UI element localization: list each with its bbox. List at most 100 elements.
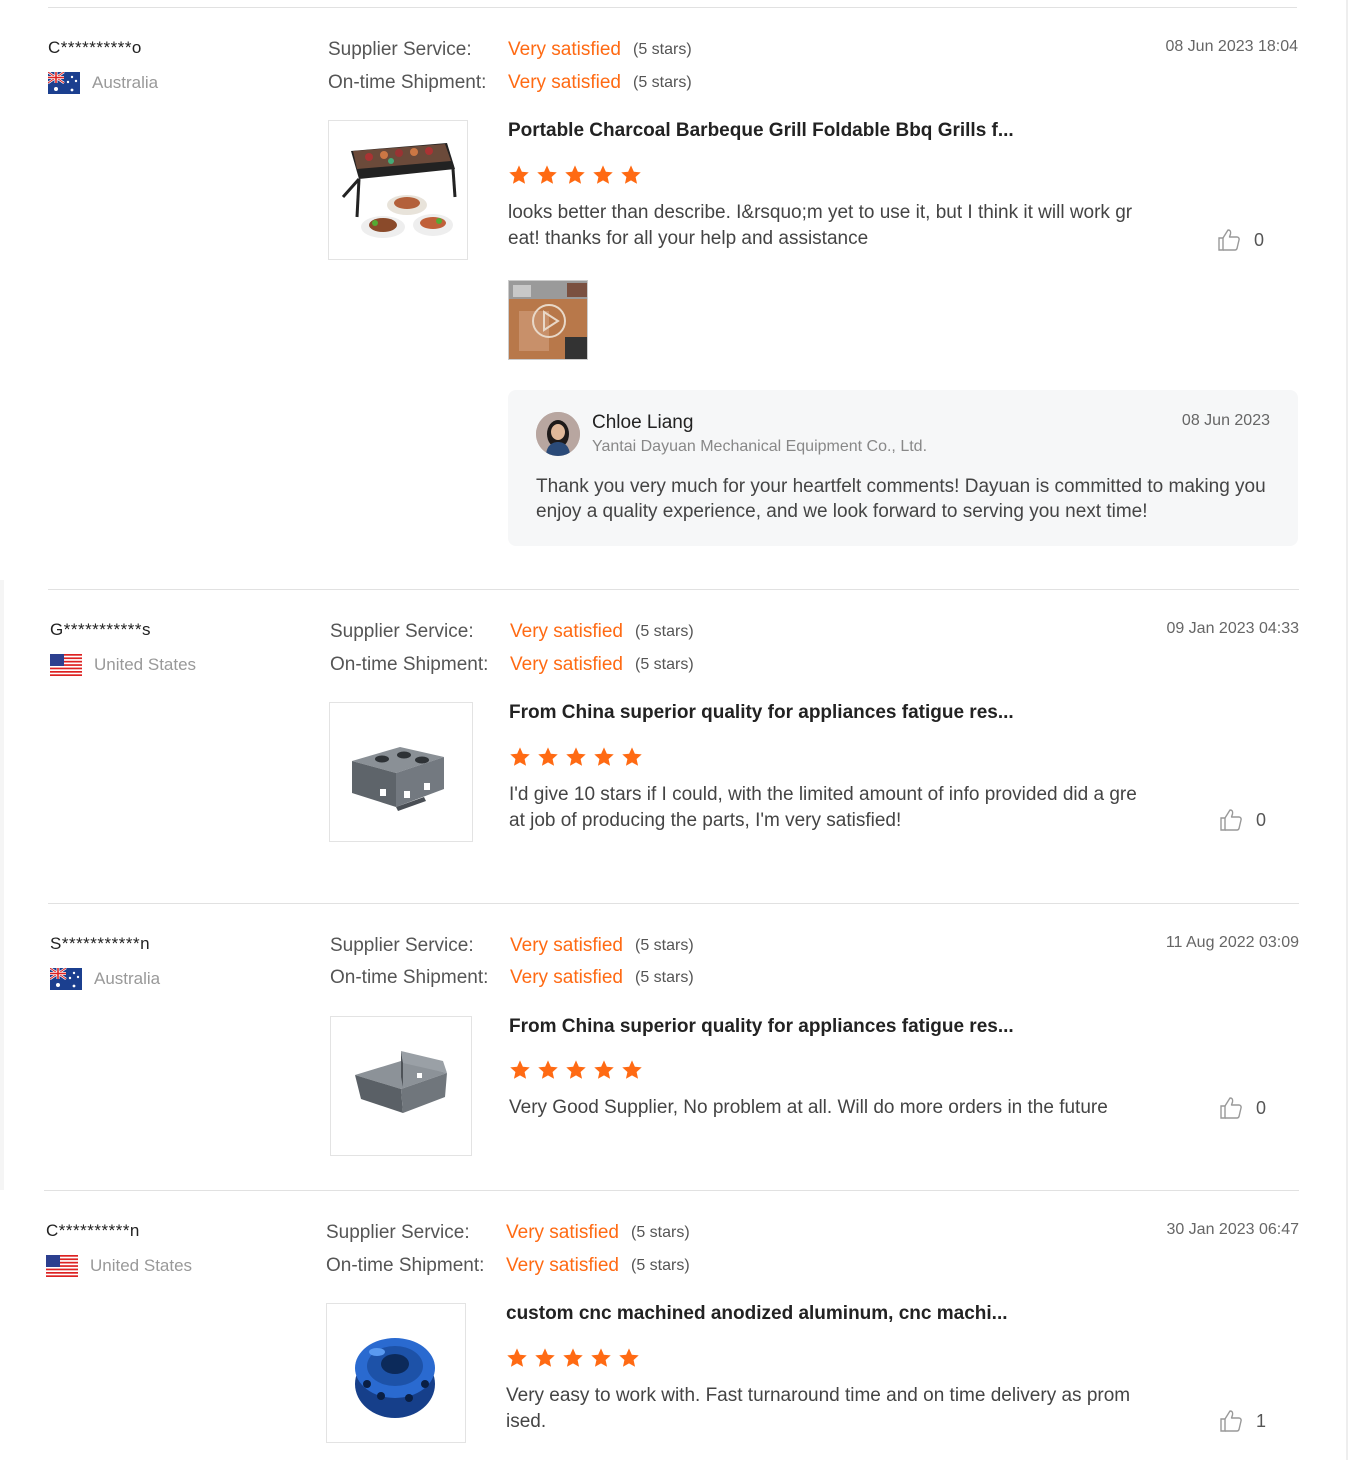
like-count: 0 xyxy=(1256,1097,1267,1118)
product-title[interactable]: custom cnc machined anodized aluminum, c… xyxy=(506,1303,1008,1325)
supplier-service-value: Very satisfied xyxy=(508,39,621,60)
star-icon xyxy=(622,747,642,766)
star-icon xyxy=(510,747,530,766)
star-icon xyxy=(535,1348,555,1367)
product-rating-stars xyxy=(508,164,648,190)
cnc-anodized-part-image xyxy=(327,1304,465,1442)
star-icon xyxy=(538,1060,558,1079)
review-item: S***********n Australia Supplier Service… xyxy=(50,934,1300,1164)
supplier-service-rating: Supplier Service: Very satisfied (5 star… xyxy=(328,38,692,62)
review-text: looks better than describe. I&rsquo;m ye… xyxy=(508,202,1133,249)
ontime-shipment-label: On-time Shipment: xyxy=(330,967,489,988)
reply-date: 08 Jun 2023 xyxy=(1181,412,1270,429)
us-flag-icon xyxy=(50,654,82,676)
supplier-service-label: Supplier Service: xyxy=(330,621,474,642)
ontime-shipment-stars: (5 stars) xyxy=(633,74,692,91)
review-divider xyxy=(44,1190,1299,1191)
review-text: I'd give 10 stars if I could, with the l… xyxy=(509,784,1137,831)
star-icon xyxy=(594,747,614,766)
product-rating-stars xyxy=(509,1059,649,1085)
reviewer-country: United States xyxy=(50,654,196,676)
supplier-service-label: Supplier Service: xyxy=(326,1222,470,1243)
star-icon xyxy=(622,1060,642,1079)
ontime-shipment-rating: On-time Shipment: Very satisfied (5 star… xyxy=(330,653,694,677)
review-divider xyxy=(48,903,1299,904)
review-text: Very easy to work with. Fast turnaround … xyxy=(506,1385,1131,1432)
like-button[interactable]: 0 xyxy=(1218,807,1266,833)
product-rating-stars xyxy=(506,1347,646,1373)
us-flag-icon xyxy=(46,1255,78,1277)
reply-author-company: Yantai Dayuan Mechanical Equipment Co., … xyxy=(592,438,928,455)
star-icon xyxy=(509,165,529,184)
product-thumbnail[interactable] xyxy=(328,120,468,260)
product-title[interactable]: From China superior quality for applianc… xyxy=(509,702,1014,724)
product-thumbnail[interactable] xyxy=(330,1016,472,1156)
product-rating-stars xyxy=(509,746,649,772)
metal-bracket-image xyxy=(330,703,472,841)
review-item: G***********s United States Supplier Ser… xyxy=(50,620,1300,850)
video-thumbnail-image xyxy=(509,281,587,359)
supplier-service-value: Very satisfied xyxy=(510,935,623,956)
reviewer-name: C**********n xyxy=(46,1221,140,1240)
bbq-grill-image xyxy=(329,121,467,259)
australia-flag-icon xyxy=(48,72,80,94)
review-date: 30 Jan 2023 06:47 xyxy=(1166,1221,1299,1238)
supplier-service-stars: (5 stars) xyxy=(635,623,694,640)
ontime-shipment-value: Very satisfied xyxy=(508,72,621,93)
sheet-metal-tray-image xyxy=(331,1017,471,1155)
reply-author-name: Chloe Liang xyxy=(592,412,694,433)
supplier-service-label: Supplier Service: xyxy=(330,935,474,956)
thumbs-up-icon xyxy=(1220,1410,1242,1432)
supplier-service-rating: Supplier Service: Very satisfied (5 star… xyxy=(330,620,694,644)
review-divider xyxy=(48,7,1297,8)
supplier-avatar xyxy=(536,412,580,456)
country-name: United States xyxy=(94,655,197,674)
product-thumbnail[interactable] xyxy=(329,702,473,842)
supplier-reply: Chloe Liang Yantai Dayuan Mechanical Equ… xyxy=(508,390,1298,546)
review-video-thumbnail[interactable] xyxy=(508,280,588,360)
review-date: 08 Jun 2023 18:04 xyxy=(1165,38,1298,55)
ontime-shipment-rating: On-time Shipment: Very satisfied (5 star… xyxy=(328,71,692,95)
star-icon xyxy=(591,1348,611,1367)
like-count: 1 xyxy=(1256,1410,1267,1431)
like-button[interactable]: 1 xyxy=(1218,1408,1266,1434)
star-icon xyxy=(538,747,558,766)
supplier-service-value: Very satisfied xyxy=(510,621,623,642)
star-icon xyxy=(566,747,586,766)
thumbs-up-icon xyxy=(1220,1097,1242,1119)
star-icon xyxy=(510,1060,530,1079)
product-title[interactable]: Portable Charcoal Barbeque Grill Foldabl… xyxy=(508,120,1014,142)
like-button[interactable]: 0 xyxy=(1216,227,1264,253)
ontime-shipment-value: Very satisfied xyxy=(510,967,623,988)
country-name: Australia xyxy=(94,969,161,988)
australia-flag-icon xyxy=(50,968,82,990)
review-date: 11 Aug 2022 03:09 xyxy=(1165,934,1299,951)
reviewer-name: S***********n xyxy=(50,934,151,953)
reviewer-country: United States xyxy=(46,1255,192,1277)
review-text: Very Good Supplier, No problem at all. W… xyxy=(509,1097,1108,1118)
supplier-service-label: Supplier Service: xyxy=(328,39,472,60)
country-name: Australia xyxy=(92,73,159,92)
reply-text: Thank you very much for your heartfelt c… xyxy=(536,476,1266,522)
supplier-service-stars: (5 stars) xyxy=(631,1224,690,1241)
ontime-shipment-stars: (5 stars) xyxy=(635,969,694,986)
supplier-service-value: Very satisfied xyxy=(506,1222,619,1243)
star-icon xyxy=(619,1348,639,1367)
supplier-service-stars: (5 stars) xyxy=(635,937,694,954)
star-icon xyxy=(566,1060,586,1079)
star-icon xyxy=(594,1060,614,1079)
review-date: 09 Jan 2023 04:33 xyxy=(1166,620,1299,637)
like-button[interactable]: 0 xyxy=(1218,1095,1266,1121)
star-icon xyxy=(593,165,613,184)
country-name: United States xyxy=(90,1256,193,1275)
product-thumbnail[interactable] xyxy=(326,1303,466,1443)
ontime-shipment-stars: (5 stars) xyxy=(631,1257,690,1274)
ontime-shipment-value: Very satisfied xyxy=(510,654,623,675)
ontime-shipment-rating: On-time Shipment: Very satisfied (5 star… xyxy=(326,1254,690,1278)
ontime-shipment-stars: (5 stars) xyxy=(635,656,694,673)
person-avatar-icon xyxy=(536,412,580,456)
product-title[interactable]: From China superior quality for applianc… xyxy=(509,1016,1014,1038)
ontime-shipment-value: Very satisfied xyxy=(506,1255,619,1276)
reviewer-country: Australia xyxy=(50,968,160,990)
review-item: C**********o Australia Supplier Service:… xyxy=(48,38,1298,548)
